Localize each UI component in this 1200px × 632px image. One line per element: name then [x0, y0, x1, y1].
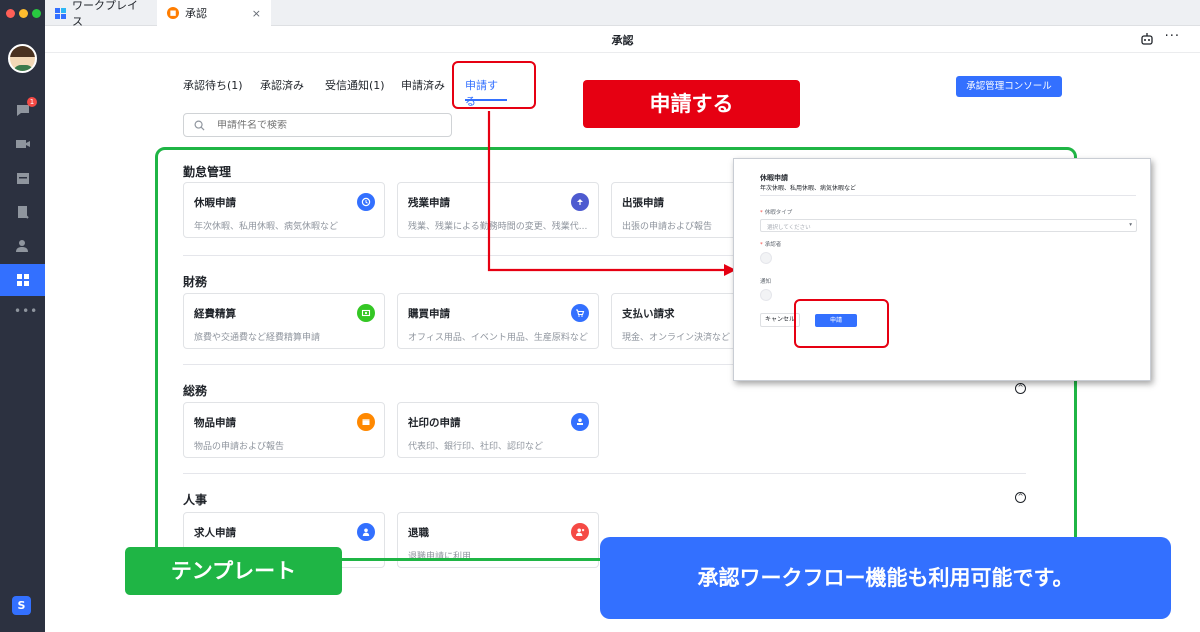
search-input[interactable]: [217, 119, 437, 131]
calendar-icon[interactable]: [14, 170, 31, 185]
preview-title: 休暇申請: [760, 174, 788, 182]
template-card-payment[interactable]: 支払い請求 現金、オンライン決済など: [611, 293, 751, 349]
annotation-arrow: [487, 111, 736, 276]
tab-approval[interactable]: ■ 承認 ×: [157, 0, 271, 26]
template-card-expense[interactable]: 経費精算 旅費や交通費など経費精算申請: [183, 293, 385, 349]
contacts-icon[interactable]: [14, 238, 31, 253]
maximize-window-button[interactable]: [32, 9, 41, 18]
apply-tab-highlight: [452, 61, 536, 109]
section-title-attendance: 勤怠管理: [183, 165, 232, 179]
cart-icon: [571, 304, 589, 322]
tab-workplace[interactable]: ワークプレイス: [45, 0, 157, 28]
card-desc: 代表印、銀行印、社印、認印など: [408, 442, 544, 452]
person-leave-icon: [571, 523, 589, 541]
tab-label: ワークプレイス: [72, 0, 138, 28]
tab-approved[interactable]: 承認済み: [260, 77, 304, 93]
minimize-window-button[interactable]: [19, 9, 28, 18]
workplace-icon[interactable]: [14, 272, 31, 287]
leave-type-label: * 休暇タイプ: [760, 210, 793, 216]
card-desc: オフィス用品、イベント用品、生産原料など: [408, 333, 588, 343]
approver-label: * 承認者: [760, 242, 782, 248]
card-desc: 物品の申請および報告: [194, 442, 285, 452]
clock-icon: [357, 193, 375, 211]
video-icon[interactable]: [14, 136, 31, 151]
page-title: 承認: [611, 34, 634, 47]
card-title: 求人申請: [194, 527, 236, 539]
app-shortcut[interactable]: S: [12, 596, 31, 615]
unread-badge: 1: [27, 97, 37, 107]
tab-received[interactable]: 受信通知(1): [325, 77, 385, 93]
card-desc: 現金、オンライン決済など: [622, 333, 731, 343]
card-title: 経費精算: [194, 308, 236, 320]
tab-bar: ワークプレイス ■ 承認 ×: [45, 0, 1200, 28]
avatar[interactable]: [8, 44, 37, 73]
leave-form-preview: 休暇申請 年次休暇、私用休暇、病気休暇など * 休暇タイプ ▾ 選択してください *…: [733, 158, 1151, 381]
card-title: 支払い請求: [622, 308, 675, 320]
card-title: 社印の申請: [408, 417, 461, 429]
submit-highlight: [794, 299, 889, 348]
more-apps-icon[interactable]: •••: [14, 304, 38, 318]
template-card-seal[interactable]: 社印の申請 代表印、銀行印、社印、認印など: [397, 402, 599, 458]
template-callout: テンプレート: [125, 547, 342, 595]
preview-subtitle: 年次休暇、私用休暇、病気休暇など: [760, 185, 857, 192]
docs-icon[interactable]: [14, 204, 31, 219]
section-title-hr: 人事: [183, 493, 208, 507]
card-desc: 退職申請に利用: [408, 552, 472, 562]
apply-callout: 申請する: [583, 80, 800, 128]
template-card-purchase[interactable]: 購買申請 オフィス用品、イベント用品、生産原料など: [397, 293, 599, 349]
section-divider: [183, 473, 1026, 474]
tab-pending[interactable]: 承認待ち(1): [183, 77, 243, 93]
preview-divider: [760, 195, 1136, 196]
card-title: 購買申請: [408, 308, 450, 320]
more-icon[interactable]: ···: [1165, 29, 1180, 44]
money-icon: [357, 304, 375, 322]
add-approver-button[interactable]: [760, 252, 772, 264]
template-card-leave[interactable]: 休暇申請 年次休暇、私用休暇、病気休暇など: [183, 182, 385, 238]
add-notify-button[interactable]: [760, 289, 772, 301]
card-desc: 年次休暇、私用休暇、病気休暇など: [194, 222, 339, 232]
left-rail: 1 ••• S: [0, 0, 45, 632]
card-title: 休暇申請: [194, 197, 236, 209]
close-icon[interactable]: ×: [252, 7, 261, 20]
tab-label: 承認: [185, 7, 207, 20]
chevron-down-icon: ▾: [1129, 222, 1132, 228]
stamp-icon: [571, 413, 589, 431]
approval-console-button[interactable]: 承認管理コンソール: [956, 76, 1062, 97]
workflow-callout: 承認ワークフロー機能も利用可能です。: [600, 537, 1171, 619]
card-title: 退職: [408, 527, 429, 539]
workplace-tab-icon: [55, 7, 66, 19]
card-title: 物品申請: [194, 417, 236, 429]
search-icon: [194, 120, 205, 131]
collapse-icon[interactable]: ^: [1015, 383, 1026, 394]
window-header: 承認 ···: [45, 26, 1200, 53]
template-card-supplies[interactable]: 物品申請 物品の申請および報告: [183, 402, 385, 458]
bot-icon[interactable]: [1140, 32, 1154, 46]
section-title-finance: 財務: [183, 275, 208, 289]
collapse-icon[interactable]: ^: [1015, 492, 1026, 503]
leave-type-select[interactable]: ▾ 選択してください: [760, 219, 1137, 232]
window-controls: [6, 9, 41, 18]
tab-submitted[interactable]: 申請済み: [401, 77, 445, 93]
approval-tab-icon: ■: [167, 7, 179, 19]
notify-label: 通知: [760, 279, 772, 285]
template-card-resignation[interactable]: 退職 退職申請に利用: [397, 512, 599, 568]
person-icon: [357, 523, 375, 541]
close-window-button[interactable]: [6, 9, 15, 18]
card-desc: 旅費や交通費など経費精算申請: [194, 333, 321, 343]
box-icon: [357, 413, 375, 431]
section-title-general-affairs: 総務: [183, 384, 208, 398]
search-box[interactable]: [183, 113, 452, 137]
